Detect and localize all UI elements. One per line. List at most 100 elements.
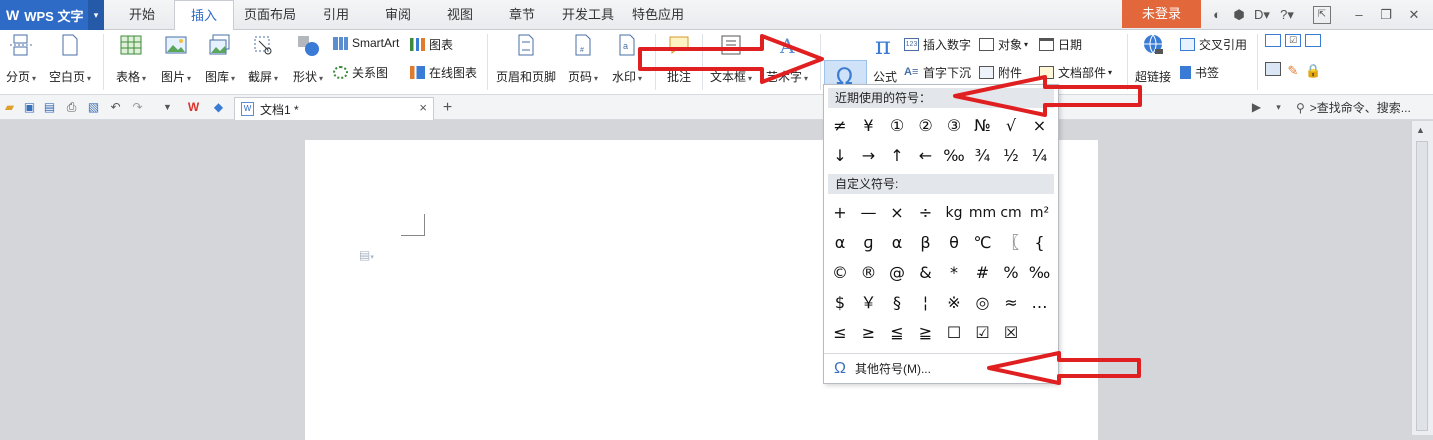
- picture-button[interactable]: 图片 ▾: [157, 33, 195, 85]
- formula-button[interactable]: π 公式: [868, 33, 902, 85]
- app-menu-button[interactable]: W WPS 文字 ▾: [0, 0, 104, 30]
- tab-page-layout[interactable]: 页面布局: [236, 0, 304, 30]
- custom-symbol-24[interactable]: $: [826, 290, 854, 316]
- recent-symbol-1[interactable]: ¥: [855, 113, 883, 139]
- recent-symbol-2[interactable]: ①: [883, 113, 911, 139]
- close-icon[interactable]: ✕: [1405, 6, 1423, 24]
- qat-dropdown-icon[interactable]: ▼: [160, 100, 175, 115]
- recent-symbol-8[interactable]: ↓: [826, 143, 854, 169]
- export-pdf-icon[interactable]: ▤: [42, 100, 57, 115]
- lock-icon[interactable]: 🔒: [1305, 62, 1321, 78]
- docer-icon[interactable]: ◆: [211, 100, 226, 115]
- restore-ribbon-icon[interactable]: ⇱: [1313, 6, 1331, 24]
- undo-icon[interactable]: ↶: [108, 100, 123, 115]
- play-icon[interactable]: ▶: [1249, 100, 1264, 115]
- tab-insert[interactable]: 插入: [174, 0, 234, 31]
- custom-symbol-6[interactable]: cm: [997, 200, 1025, 226]
- minimize-icon[interactable]: –: [1350, 6, 1368, 24]
- paste-options-icon[interactable]: ▤▾: [359, 248, 374, 262]
- custom-symbol-8[interactable]: α: [826, 230, 854, 256]
- settings-icon[interactable]: ⬢: [1230, 6, 1248, 24]
- save-icon[interactable]: ▣: [22, 100, 37, 115]
- page-number-button[interactable]: # 页码 ▾: [563, 33, 603, 85]
- recent-symbol-0[interactable]: ≠: [826, 113, 854, 139]
- tab-review[interactable]: 审阅: [368, 0, 428, 30]
- custom-symbol-10[interactable]: α: [883, 230, 911, 256]
- print-icon[interactable]: ⎙: [64, 100, 79, 115]
- recent-symbol-13[interactable]: ¾: [969, 143, 997, 169]
- screenshot-button[interactable]: 截屏 ▾: [244, 33, 282, 85]
- help-icon[interactable]: ?▾: [1276, 6, 1298, 24]
- chart-button[interactable]: 图表: [410, 36, 453, 53]
- custom-symbol-31[interactable]: …: [1026, 290, 1054, 316]
- custom-symbol-3[interactable]: ÷: [912, 200, 940, 226]
- date-button[interactable]: 日期: [1039, 36, 1082, 53]
- insert-number-button[interactable]: 123 插入数字: [904, 36, 971, 53]
- form-textfield-icon[interactable]: [1265, 34, 1281, 47]
- tab-developer[interactable]: 开发工具: [554, 0, 622, 30]
- custom-symbol-37[interactable]: ☑: [969, 320, 997, 346]
- bookmark-button[interactable]: 书签: [1180, 64, 1219, 81]
- tab-chapter[interactable]: 章节: [492, 0, 552, 30]
- custom-symbol-2[interactable]: ×: [883, 200, 911, 226]
- tab-home[interactable]: 开始: [112, 0, 172, 30]
- custom-symbol-13[interactable]: ℃: [969, 230, 997, 256]
- wps-cloud-icon[interactable]: W: [186, 100, 201, 115]
- shape-button[interactable]: 形状 ▾: [289, 33, 327, 85]
- close-tab-icon[interactable]: ×: [419, 100, 427, 115]
- recent-symbol-10[interactable]: ↑: [883, 143, 911, 169]
- custom-symbol-32[interactable]: ≤: [826, 320, 854, 346]
- tab-view[interactable]: 视图: [430, 0, 490, 30]
- login-button[interactable]: 未登录: [1122, 0, 1201, 28]
- custom-symbol-30[interactable]: ≈: [997, 290, 1025, 316]
- form-shading-icon[interactable]: [1265, 62, 1281, 76]
- eraser-icon[interactable]: ✎: [1285, 62, 1301, 78]
- custom-symbol-29[interactable]: ◎: [969, 290, 997, 316]
- custom-symbol-16[interactable]: ©: [826, 260, 854, 286]
- table-button[interactable]: 表格 ▾: [112, 33, 150, 85]
- recent-symbol-14[interactable]: ½: [997, 143, 1025, 169]
- custom-symbol-36[interactable]: ☐: [940, 320, 968, 346]
- custom-symbol-27[interactable]: ¦: [912, 290, 940, 316]
- custom-symbol-17[interactable]: ®: [855, 260, 883, 286]
- tab-references[interactable]: 引用: [306, 0, 366, 30]
- custom-symbol-0[interactable]: +: [826, 200, 854, 226]
- page-break-button[interactable]: 分页 ▾: [2, 33, 40, 85]
- custom-symbol-20[interactable]: *: [940, 260, 968, 286]
- recent-symbol-11[interactable]: ←: [912, 143, 940, 169]
- recent-symbol-9[interactable]: →: [855, 143, 883, 169]
- custom-symbol-38[interactable]: ☒: [997, 320, 1025, 346]
- custom-symbol-5[interactable]: mm: [969, 200, 997, 226]
- redo-icon[interactable]: ↷: [130, 100, 145, 115]
- command-search[interactable]: ⚲ >查找命令、搜索...: [1296, 95, 1411, 120]
- object-button[interactable]: 对象 ▾: [979, 36, 1028, 53]
- custom-symbol-23[interactable]: ‰: [1026, 260, 1054, 286]
- custom-symbol-11[interactable]: β: [912, 230, 940, 256]
- custom-symbol-19[interactable]: &: [912, 260, 940, 286]
- custom-symbol-15[interactable]: {: [1026, 230, 1054, 256]
- share-icon[interactable]: D▾: [1251, 6, 1273, 24]
- relation-chart-button[interactable]: 关系图: [333, 64, 388, 81]
- custom-symbol-7[interactable]: m²: [1026, 200, 1054, 226]
- recent-symbol-15[interactable]: ¼: [1026, 143, 1054, 169]
- blank-page-button[interactable]: 空白页 ▾: [46, 33, 94, 85]
- custom-symbol-4[interactable]: kg: [940, 200, 968, 226]
- custom-symbol-1[interactable]: —: [855, 200, 883, 226]
- tab-special[interactable]: 特色应用: [624, 0, 692, 30]
- custom-symbol-22[interactable]: %: [997, 260, 1025, 286]
- custom-symbol-28[interactable]: ※: [940, 290, 968, 316]
- custom-symbol-35[interactable]: ≧: [912, 320, 940, 346]
- gallery-button[interactable]: 图库 ▾: [201, 33, 239, 85]
- expand-icon[interactable]: ▾: [1271, 100, 1286, 115]
- document-tab[interactable]: W 文档1 * ×: [234, 97, 434, 120]
- recent-symbol-3[interactable]: ②: [912, 113, 940, 139]
- custom-symbol-21[interactable]: #: [969, 260, 997, 286]
- custom-symbol-34[interactable]: ≦: [883, 320, 911, 346]
- header-footer-button[interactable]: 页眉和页脚: [494, 33, 558, 85]
- custom-symbol-25[interactable]: ￥: [855, 290, 883, 316]
- print-preview-icon[interactable]: ▧: [86, 100, 101, 115]
- maximize-icon[interactable]: ❐: [1377, 6, 1395, 24]
- form-checkbox-icon[interactable]: ☑: [1285, 34, 1301, 47]
- online-chart-button[interactable]: 在线图表: [410, 64, 477, 81]
- custom-symbol-12[interactable]: θ: [940, 230, 968, 256]
